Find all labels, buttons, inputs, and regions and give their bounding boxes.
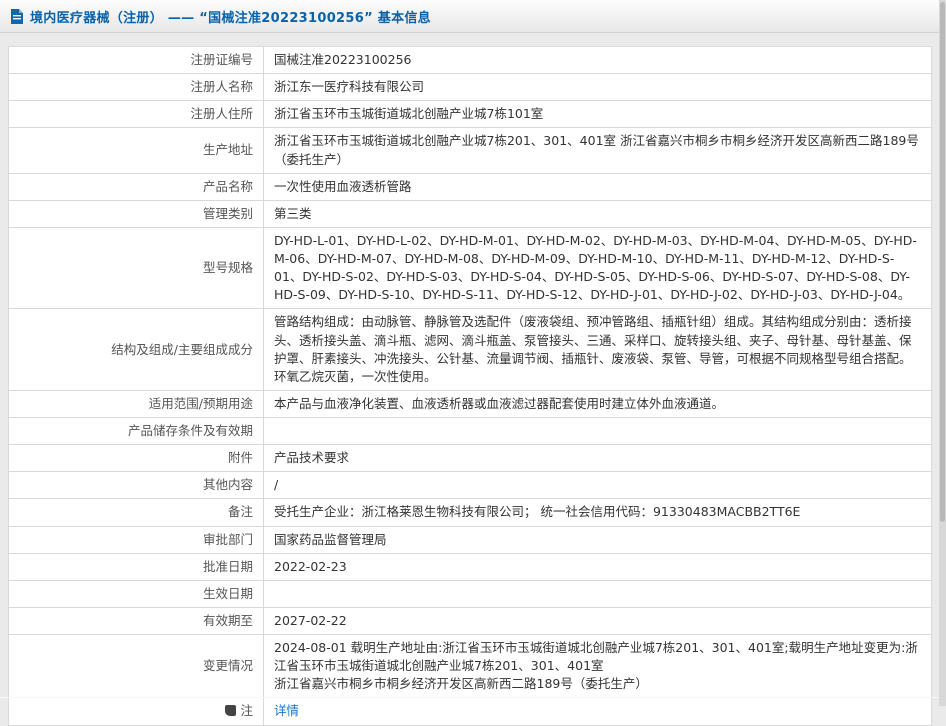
- row-value: 本产品与血液净化装置、血液透析器或血液滤过器配套使用时建立体外血液通道。: [264, 390, 932, 417]
- table-row: 批准日期2022-02-23: [9, 553, 932, 580]
- row-label: 结构及组成/主要组成成分: [9, 309, 264, 391]
- row-value: 第三类: [264, 200, 932, 227]
- footer-divider: [0, 697, 939, 698]
- row-value: 详情: [264, 698, 932, 725]
- row-label: 生产地址: [9, 128, 264, 173]
- table-row: 注册人名称浙江东一医疗科技有限公司: [9, 74, 932, 101]
- row-label: 批准日期: [9, 553, 264, 580]
- table-row: 结构及组成/主要组成成分管路结构组成：由动脉管、静脉管及选配件（废液袋组、预冲管…: [9, 309, 932, 391]
- info-table-body: 注册证编号国械注准20223100256注册人名称浙江东一医疗科技有限公司注册人…: [9, 47, 932, 726]
- row-label: 附件: [9, 445, 264, 472]
- info-table: 注册证编号国械注准20223100256注册人名称浙江东一医疗科技有限公司注册人…: [8, 46, 932, 726]
- row-label: 管理类别: [9, 200, 264, 227]
- table-row: 附件产品技术要求: [9, 445, 932, 472]
- row-value: [264, 418, 932, 445]
- row-label: 注册人住所: [9, 101, 264, 128]
- row-label: 型号规格: [9, 227, 264, 309]
- table-row: 生效日期: [9, 580, 932, 607]
- note-icon: [225, 705, 236, 716]
- row-label: 生效日期: [9, 580, 264, 607]
- table-row: 型号规格DY-HD-L-01、DY-HD-L-02、DY-HD-M-01、DY-…: [9, 227, 932, 309]
- row-label: 注: [9, 698, 264, 725]
- row-label: 产品储存条件及有效期: [9, 418, 264, 445]
- row-value: 浙江省玉环市玉城街道城北创融产业城7栋201、301、401室 浙江省嘉兴市桐乡…: [264, 128, 932, 173]
- row-label: 注册人名称: [9, 74, 264, 101]
- row-label: 其他内容: [9, 472, 264, 499]
- table-row: 有效期至2027-02-22: [9, 607, 932, 634]
- row-value: 国家药品监督管理局: [264, 526, 932, 553]
- table-row: 生产地址浙江省玉环市玉城街道城北创融产业城7栋201、301、401室 浙江省嘉…: [9, 128, 932, 173]
- row-value: 管路结构组成：由动脉管、静脉管及选配件（废液袋组、预冲管路组、插瓶针组）组成。其…: [264, 309, 932, 391]
- row-value: DY-HD-L-01、DY-HD-L-02、DY-HD-M-01、DY-HD-M…: [264, 227, 932, 309]
- table-row: 管理类别第三类: [9, 200, 932, 227]
- row-value: 2024-08-01 载明生产地址由:浙江省玉环市玉城街道城北创融产业城7栋20…: [264, 635, 932, 698]
- row-label: 产品名称: [9, 173, 264, 200]
- row-value: 国械注准20223100256: [264, 47, 932, 74]
- table-row: 产品名称一次性使用血液透析管路: [9, 173, 932, 200]
- row-value: /: [264, 472, 932, 499]
- row-value: 产品技术要求: [264, 445, 932, 472]
- scrollbar-thumb[interactable]: [940, 2, 945, 522]
- row-label: 注册证编号: [9, 47, 264, 74]
- info-table-wrap: 注册证编号国械注准20223100256注册人名称浙江东一医疗科技有限公司注册人…: [8, 46, 932, 726]
- page-title: 境内医疗器械（注册） —— “国械注准20223100256” 基本信息: [30, 7, 431, 26]
- row-value: 浙江省玉环市玉城街道城北创融产业城7栋101室: [264, 101, 932, 128]
- row-label: 审批部门: [9, 526, 264, 553]
- row-value: [264, 580, 932, 607]
- table-row: 注册证编号国械注准20223100256: [9, 47, 932, 74]
- row-label: 有效期至: [9, 607, 264, 634]
- table-row: 审批部门国家药品监督管理局: [9, 526, 932, 553]
- row-label: 适用范围/预期用途: [9, 390, 264, 417]
- row-label: 变更情况: [9, 635, 264, 698]
- row-value: 2027-02-22: [264, 607, 932, 634]
- page-header: 境内医疗器械（注册） —— “国械注准20223100256” 基本信息: [0, 0, 946, 33]
- table-row: 产品储存条件及有效期: [9, 418, 932, 445]
- row-value: 浙江东一医疗科技有限公司: [264, 74, 932, 101]
- table-row: 其他内容/: [9, 472, 932, 499]
- table-row: 变更情况2024-08-01 载明生产地址由:浙江省玉环市玉城街道城北创融产业城…: [9, 635, 932, 698]
- scrollbar[interactable]: [939, 0, 946, 706]
- row-value: 受托生产企业：浙江格莱恩生物科技有限公司； 统一社会信用代码：91330483M…: [264, 499, 932, 526]
- row-label: 备注: [9, 499, 264, 526]
- document-icon: [10, 9, 24, 24]
- table-row: 适用范围/预期用途本产品与血液净化装置、血液透析器或血液滤过器配套使用时建立体外…: [9, 390, 932, 417]
- table-row: 注册人住所浙江省玉环市玉城街道城北创融产业城7栋101室: [9, 101, 932, 128]
- page: 境内医疗器械（注册） —— “国械注准20223100256” 基本信息 注册证…: [0, 0, 946, 726]
- row-value: 一次性使用血液透析管路: [264, 173, 932, 200]
- table-row: 备注受托生产企业：浙江格莱恩生物科技有限公司； 统一社会信用代码：9133048…: [9, 499, 932, 526]
- row-value: 2022-02-23: [264, 553, 932, 580]
- table-row: 注详情: [9, 698, 932, 725]
